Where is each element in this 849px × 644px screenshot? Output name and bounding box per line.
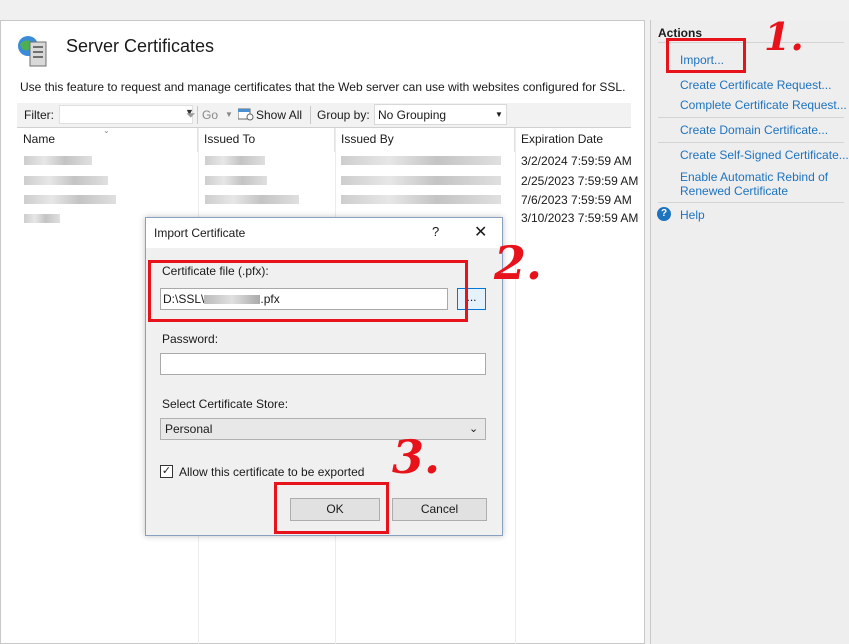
annotation-step-1: 1. (764, 14, 804, 59)
group-by-select[interactable]: No Grouping ▼ (374, 104, 507, 125)
create-certificate-request-link[interactable]: Create Certificate Request... (680, 78, 831, 92)
column-header-name[interactable]: Name ⌄ (17, 126, 198, 152)
blurred-issued-to (205, 176, 267, 185)
page-title: Server Certificates (66, 36, 215, 56)
filter-label: Filter: (24, 108, 54, 122)
password-input[interactable] (160, 353, 486, 375)
show-all-icon (237, 107, 254, 124)
cancel-button[interactable]: Cancel (392, 498, 487, 521)
go-button[interactable]: Go (202, 108, 218, 122)
group-by-label: Group by: (317, 108, 370, 122)
annotation-box-certificate-file (148, 260, 468, 322)
certificate-table-header: Name ⌄ Issued To Issued By Expiration Da… (17, 126, 631, 152)
server-certificates-icon (16, 34, 50, 68)
column-header-issued-by[interactable]: Issued By (335, 128, 515, 152)
group-by-value: No Grouping (378, 108, 447, 122)
dialog-close-button[interactable]: ✕ (474, 222, 487, 242)
annotation-box-import (666, 38, 746, 73)
enable-automatic-rebind-link[interactable]: Enable Automatic Rebind of Renewed Certi… (680, 170, 840, 198)
certificate-store-label: Select Certificate Store: (162, 397, 289, 411)
blurred-issued-to (205, 195, 299, 204)
dialog-title: Import Certificate (154, 226, 246, 240)
filter-input[interactable] (59, 105, 193, 124)
create-self-signed-certificate-link[interactable]: Create Self-Signed Certificate... (680, 148, 849, 162)
blurred-name (24, 214, 60, 223)
annotation-step-2: 2. (494, 236, 543, 290)
create-domain-certificate-link[interactable]: Create Domain Certificate... (680, 123, 828, 137)
help-icon[interactable]: ? (657, 207, 671, 221)
blurred-issued-by (341, 176, 501, 185)
certificate-store-value: Personal (165, 422, 213, 436)
annotation-box-ok (274, 482, 389, 534)
blurred-issued-to (205, 156, 265, 165)
help-link[interactable]: Help (680, 208, 705, 222)
column-header-issued-to[interactable]: Issued To (198, 128, 335, 152)
blurred-name (24, 195, 116, 204)
group-by-dropdown-icon: ▼ (495, 110, 503, 119)
allow-export-label[interactable]: Allow this certificate to be exported (179, 465, 364, 479)
go-dropdown-icon[interactable]: ▼ (225, 110, 233, 119)
blurred-name (24, 156, 92, 165)
show-all-button[interactable]: Show All (256, 108, 302, 122)
expiration-date: 2/25/2023 7:59:59 AM (521, 174, 639, 188)
blurred-issued-by (341, 195, 501, 204)
expiration-date: 3/2/2024 7:59:59 AM (521, 154, 632, 168)
blurred-issued-by (341, 156, 501, 165)
funnel-icon: ⏷ (186, 108, 196, 122)
password-label: Password: (162, 332, 219, 346)
column-header-expiration[interactable]: Expiration Date (515, 128, 631, 152)
blurred-name (24, 176, 108, 185)
actions-pane (650, 20, 849, 644)
expiration-date: 7/6/2023 7:59:59 AM (521, 193, 632, 207)
store-dropdown-chevron-icon: ⌄ (469, 423, 479, 435)
dialog-help-button[interactable]: ? (432, 224, 439, 239)
sort-indicator-icon: ⌄ (103, 126, 110, 135)
page-description: Use this feature to request and manage c… (20, 80, 626, 94)
allow-export-checkbox[interactable]: ✓ (160, 465, 173, 478)
expiration-date: 3/10/2023 7:59:59 AM (521, 211, 639, 225)
dialog-titlebar: Import Certificate ? ✕ (146, 218, 502, 248)
annotation-step-3: 3. (392, 430, 441, 484)
complete-certificate-request-link[interactable]: Complete Certificate Request... (680, 98, 847, 112)
